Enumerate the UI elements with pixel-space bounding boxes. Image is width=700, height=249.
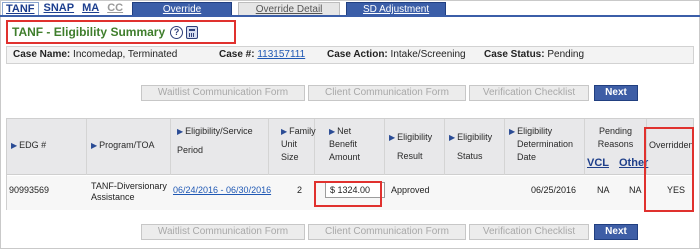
col-det-date-label-3: Date — [517, 152, 537, 162]
next-button[interactable]: Next — [594, 85, 638, 101]
col-benefit-label-1: Net — [337, 126, 352, 136]
client-communication-form-button-bottom[interactable]: Client Communication Form — [308, 224, 466, 240]
col-family-label-1: Family — [289, 126, 316, 136]
col-benefit[interactable]: ▶ Net Benefit Amount — [315, 119, 385, 175]
case-number-link[interactable]: 113157111 — [257, 49, 305, 60]
col-pending-label-1: Pending — [598, 126, 633, 136]
col-family[interactable]: ▶ Family Unit Size — [269, 119, 316, 175]
cell-period-link[interactable]: 06/24/2016 - 06/30/2016 — [173, 185, 271, 196]
tab-cc[interactable]: CC — [104, 2, 126, 16]
cell-vcl: NA — [597, 185, 610, 195]
overridden-highlight — [644, 127, 694, 212]
col-status-label-1: Eligibility — [457, 132, 493, 142]
cell-family-size: 2 — [297, 185, 303, 195]
cell-program-line-2: Assistance — [91, 192, 135, 202]
tab-sd-adjustment[interactable]: SD Adjustment — [346, 2, 447, 16]
col-edg[interactable]: ▶ EDG # — [7, 119, 87, 175]
tab-tanf[interactable]: TANF — [2, 2, 39, 16]
col-det-date-label-2: Determination — [517, 139, 574, 149]
tab-snap[interactable]: SNAP — [41, 2, 78, 16]
case-info-panel: Case Name: Incomedap, Terminated Case #:… — [6, 46, 694, 64]
col-status[interactable]: ▶ Eligibility Status — [445, 119, 505, 175]
sort-arrow-icon: ▶ — [281, 127, 288, 136]
sort-arrow-icon: ▶ — [389, 133, 396, 142]
sort-arrow-icon: ▶ — [91, 141, 98, 150]
col-period-label-2: Period — [177, 145, 204, 155]
action-button-row-top: Waitlist Communication Form Client Commu… — [0, 85, 700, 103]
case-number-label: Case #: — [219, 49, 255, 60]
col-family-label-3: Size — [281, 152, 299, 162]
col-result[interactable]: ▶ Eligibility Result — [385, 119, 445, 175]
verification-checklist-button-bottom[interactable]: Verification Checklist — [469, 224, 589, 240]
col-result-label-1: Eligibility — [397, 132, 433, 142]
waitlist-communication-form-button[interactable]: Waitlist Communication Form — [141, 85, 305, 101]
case-action-label: Case Action: — [327, 49, 388, 60]
tab-bar: TANF SNAP MA CC Override Summary Overrid… — [0, 0, 700, 28]
col-vcl-header[interactable]: VCL — [587, 157, 609, 170]
cell-program: TANF-Diversionary Assistance — [91, 181, 167, 203]
page-title-highlight: TANF - Eligibility Summary ? — [6, 20, 236, 44]
col-period[interactable]: ▶ Eligibility/Service Period — [171, 119, 269, 175]
case-name-label: Case Name: — [13, 49, 71, 60]
col-determination-date[interactable]: ▶ Eligibility Determination Date — [505, 119, 585, 175]
verification-checklist-button[interactable]: Verification Checklist — [469, 85, 589, 101]
col-edg-label: EDG # — [19, 140, 47, 150]
case-name-value: Incomedap, Terminated — [73, 49, 178, 60]
sort-arrow-icon: ▶ — [449, 133, 456, 142]
col-program-label: Program/TOA — [99, 140, 155, 150]
col-benefit-label-3: Amount — [329, 152, 361, 162]
case-status-value: Pending — [547, 49, 585, 60]
tab-override-summary[interactable]: Override Summary — [132, 2, 233, 28]
col-pending-reasons: Pending Reasons VCL Other — [585, 119, 648, 175]
col-result-label-2: Result — [397, 151, 423, 161]
case-action-value: Intake/Screening — [390, 49, 466, 60]
next-button-bottom[interactable]: Next — [594, 224, 638, 240]
cell-other: NA — [629, 185, 642, 195]
client-communication-form-button[interactable]: Client Communication Form — [308, 85, 466, 101]
cell-program-line-1: TANF-Diversionary — [91, 181, 167, 191]
col-period-label-1: Eligibility/Service — [185, 126, 253, 136]
col-status-label-2: Status — [457, 151, 483, 161]
col-program[interactable]: ▶ Program/TOA — [87, 119, 171, 175]
tab-ma[interactable]: MA — [79, 2, 102, 16]
tab-underline — [0, 15, 700, 17]
calculator-icon[interactable] — [186, 25, 199, 39]
col-family-label-2: Unit — [281, 139, 298, 149]
tab-override-detail[interactable]: Override Detail — [238, 2, 341, 16]
help-icon[interactable]: ? — [170, 25, 184, 39]
benefit-highlight — [314, 181, 382, 207]
cell-eligibility-result: Approved — [391, 185, 430, 195]
sort-arrow-icon: ▶ — [329, 127, 336, 136]
case-status-label: Case Status: — [484, 49, 545, 60]
action-button-row-bottom: Waitlist Communication Form Client Commu… — [0, 224, 700, 242]
table-header: ▶ EDG # ▶ Program/TOA ▶ Eligibility/Service… — [7, 119, 694, 175]
waitlist-communication-form-button-bottom[interactable]: Waitlist Communication Form — [141, 224, 305, 240]
col-pending-label-2: Reasons — [597, 139, 634, 149]
cell-edg: 90993569 — [9, 185, 50, 195]
sort-arrow-icon: ▶ — [11, 141, 18, 150]
sort-arrow-icon: ▶ — [177, 127, 184, 136]
page-title: TANF - Eligibility Summary — [12, 25, 166, 39]
cell-determination-date: 06/25/2016 — [531, 185, 577, 195]
sort-arrow-icon: ▶ — [509, 127, 516, 136]
col-benefit-label-2: Benefit — [329, 139, 358, 149]
col-det-date-label-1: Eligibility — [517, 126, 553, 136]
